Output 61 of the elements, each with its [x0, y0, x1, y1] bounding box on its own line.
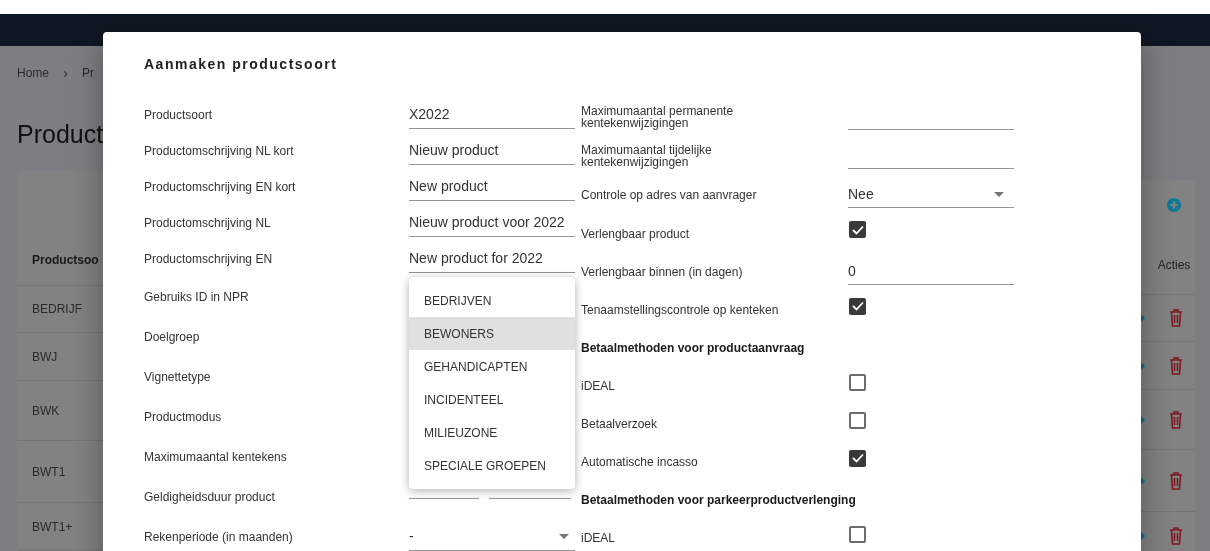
trash-icon[interactable]: [1169, 410, 1183, 429]
field-label: Rekenperiode (in maanden): [144, 529, 294, 546]
trash-icon[interactable]: [1169, 526, 1183, 545]
field-label: Geldigheidsduur product: [144, 489, 276, 506]
field-label: Productsoort: [144, 107, 214, 124]
caret-icon: [559, 534, 569, 539]
section-heading: Betaalmethoden voor productaanvraag: [581, 340, 805, 357]
select-field[interactable]: -: [409, 523, 575, 551]
field-label: Maximumaantal permanente kentekenwijzigingen: [581, 104, 735, 129]
field-label: Maximumaantal kentekens: [144, 449, 288, 466]
select-field[interactable]: Nee: [848, 181, 1014, 208]
dropdown-option[interactable]: BEWONERS: [409, 317, 575, 350]
input-field[interactable]: New product: [409, 173, 575, 201]
field-label: Productomschrijving EN kort: [144, 179, 297, 196]
field-label: Productomschrijving EN: [144, 251, 274, 268]
trash-icon[interactable]: [1169, 356, 1183, 375]
dropdown-option[interactable]: GEHANDICAPTEN: [409, 350, 575, 383]
field-label: Doelgroep: [144, 329, 201, 346]
table-cell-text: BWK: [32, 402, 60, 420]
field-label: iDEAL: [581, 380, 616, 392]
dropdown-option[interactable]: SPECIALE GROEPEN: [409, 449, 575, 482]
page-title: Product: [17, 118, 104, 150]
field-label: Controle op adres van aanvrager: [581, 188, 758, 201]
field-label: Productomschrijving NL kort: [144, 143, 295, 160]
section-heading: Betaalmethoden voor parkeerproductverlenging: [581, 492, 856, 509]
column-header: Productsoo: [32, 252, 99, 269]
dropdown-option[interactable]: BEDRIJVEN: [409, 284, 575, 317]
dialog-title: Aanmaken productsoort: [144, 55, 339, 72]
checkbox[interactable]: [849, 221, 866, 238]
field-label: Betaalverzoek: [581, 418, 659, 430]
field-label: Productmodus: [144, 409, 223, 426]
dropdown-option[interactable]: MILIEUZONE: [409, 416, 575, 449]
field-label: Automatische incasso: [581, 456, 699, 468]
checkbox[interactable]: [849, 411, 866, 429]
input-field[interactable]: New product for 2022: [409, 245, 575, 273]
checkbox[interactable]: [849, 525, 866, 543]
field-label: Maximumaantal tijdelijke kentekenwijzigingen: [581, 143, 713, 168]
input-field[interactable]: 0: [848, 259, 1014, 285]
dropdown-option[interactable]: INCIDENTEEL: [409, 383, 575, 416]
field-label: Productomschrijving NL: [144, 215, 272, 232]
table-cell-text: BWJ: [32, 348, 58, 366]
trash-icon[interactable]: [1169, 471, 1183, 490]
breadcrumb-separator: ›: [63, 62, 68, 83]
field-label: Vignettetype: [144, 369, 212, 386]
input-field[interactable]: Nieuw product voor 2022: [409, 209, 575, 237]
input-field[interactable]: Nieuw product: [409, 137, 575, 165]
field-label: Tenaamstellingscontrole op kenteken: [581, 304, 780, 316]
table-cell-text: BWT1+: [32, 518, 73, 536]
caret-icon: [994, 191, 1004, 197]
checkbox[interactable]: [849, 449, 866, 467]
field-label: Verlengbaar product: [581, 227, 691, 240]
field-label: Gebruiks ID in NPR: [144, 289, 250, 306]
checkbox[interactable]: [849, 373, 866, 391]
trash-icon[interactable]: [1169, 309, 1183, 327]
field-label: iDEAL: [581, 532, 616, 544]
column-header: Acties: [1157, 257, 1191, 274]
field-label: Verlengbaar binnen (in dagen): [581, 266, 744, 278]
input-field[interactable]: X2022: [409, 101, 575, 129]
table-cell-text: BWT1: [32, 463, 66, 481]
table-cell-text: BEDRIJF: [32, 301, 82, 318]
checkbox[interactable]: [849, 297, 866, 315]
